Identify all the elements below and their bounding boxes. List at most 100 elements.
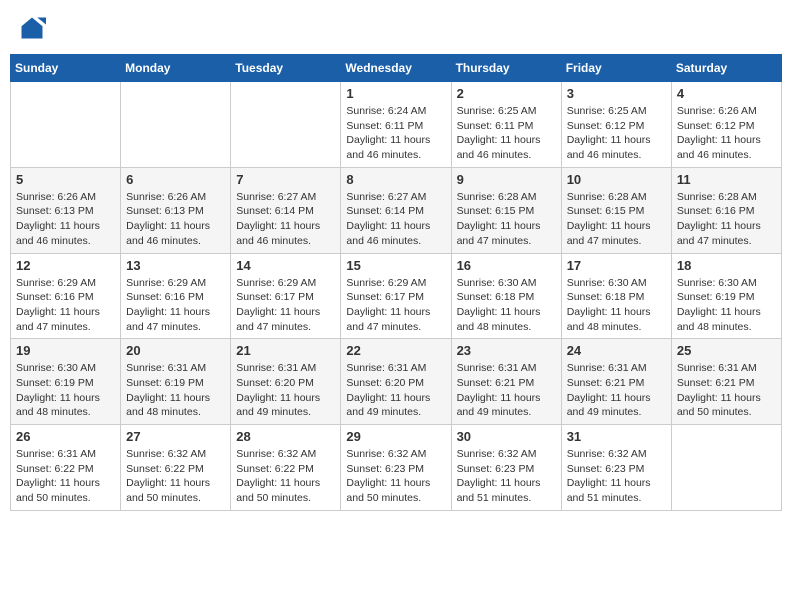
calendar-cell: 27 Sunrise: 6:32 AMSunset: 6:22 PMDayligh… (121, 425, 231, 511)
weekday-header-wednesday: Wednesday (341, 55, 451, 82)
day-number: 11 (677, 172, 776, 187)
weekday-header-thursday: Thursday (451, 55, 561, 82)
calendar-cell: 7 Sunrise: 6:27 AMSunset: 6:14 PMDaylight… (231, 167, 341, 253)
day-number: 21 (236, 343, 335, 358)
day-number: 4 (677, 86, 776, 101)
calendar-cell: 14Sunrise: 6:29 AMSunset: 6:17 PMDayligh… (231, 253, 341, 339)
calendar-cell: 2Sunrise: 6:25 AMSunset: 6:11 PMDaylight… (451, 82, 561, 168)
day-number: 1 (346, 86, 445, 101)
day-number: 26 (16, 429, 115, 444)
day-info: Sunrise: 6:31 AMSunset: 6:22 PMDaylight:… (16, 447, 115, 506)
calendar-cell (671, 425, 781, 511)
calendar-week-5: 26 Sunrise: 6:31 AMSunset: 6:22 PMDayligh… (11, 425, 782, 511)
day-number: 9 (457, 172, 556, 187)
day-info: Sunrise: 6:25 AMSunset: 6:11 PMDaylight:… (457, 104, 556, 163)
logo-icon (18, 14, 46, 42)
calendar-cell: 5 Sunrise: 6:26 AMSunset: 6:13 PMDaylight… (11, 167, 121, 253)
calendar-cell (121, 82, 231, 168)
day-info: Sunrise: 6:32 AMSunset: 6:23 PMDaylight:… (567, 447, 666, 506)
calendar-cell (231, 82, 341, 168)
calendar-cell: 24 Sunrise: 6:31 AMSunset: 6:21 PMDayligh… (561, 339, 671, 425)
calendar-cell (11, 82, 121, 168)
day-number: 7 (236, 172, 335, 187)
day-info: Sunrise: 6:32 AMSunset: 6:22 PMDaylight:… (126, 447, 225, 506)
day-number: 29 (346, 429, 445, 444)
calendar-week-3: 12 Sunrise: 6:29 AMSunset: 6:16 PMDayligh… (11, 253, 782, 339)
calendar-cell: 26 Sunrise: 6:31 AMSunset: 6:22 PMDayligh… (11, 425, 121, 511)
day-number: 5 (16, 172, 115, 187)
calendar-cell: 23 Sunrise: 6:31 AMSunset: 6:21 PMDayligh… (451, 339, 561, 425)
day-info: Sunrise: 6:31 AMSunset: 6:21 PMDaylight:… (677, 361, 776, 420)
calendar-cell: 30 Sunrise: 6:32 AMSunset: 6:23 PMDayligh… (451, 425, 561, 511)
calendar-cell: 31Sunrise: 6:32 AMSunset: 6:23 PMDayligh… (561, 425, 671, 511)
calendar-cell: 20 Sunrise: 6:31 AMSunset: 6:19 PMDayligh… (121, 339, 231, 425)
day-info: Sunrise: 6:28 AMSunset: 6:15 PMDaylight:… (457, 190, 556, 249)
day-info: Sunrise: 6:29 AMSunset: 6:17 PMDaylight:… (236, 276, 335, 335)
day-number: 6 (126, 172, 225, 187)
calendar-cell: 21 Sunrise: 6:31 AMSunset: 6:20 PMDayligh… (231, 339, 341, 425)
calendar-cell: 10 Sunrise: 6:28 AMSunset: 6:15 PMDayligh… (561, 167, 671, 253)
day-number: 10 (567, 172, 666, 187)
day-info: Sunrise: 6:32 AMSunset: 6:23 PMDaylight:… (457, 447, 556, 506)
day-info: Sunrise: 6:30 AMSunset: 6:18 PMDaylight:… (457, 276, 556, 335)
calendar-cell: 4 Sunrise: 6:26 AMSunset: 6:12 PMDaylight… (671, 82, 781, 168)
day-info: Sunrise: 6:27 AMSunset: 6:14 PMDaylight:… (236, 190, 335, 249)
day-number: 28 (236, 429, 335, 444)
page-header (10, 10, 782, 46)
calendar-cell: 6 Sunrise: 6:26 AMSunset: 6:13 PMDaylight… (121, 167, 231, 253)
day-number: 8 (346, 172, 445, 187)
day-info: Sunrise: 6:31 AMSunset: 6:21 PMDaylight:… (457, 361, 556, 420)
calendar-week-1: 1 Sunrise: 6:24 AMSunset: 6:11 PMDaylight… (11, 82, 782, 168)
calendar-cell: 15 Sunrise: 6:29 AMSunset: 6:17 PMDayligh… (341, 253, 451, 339)
day-number: 20 (126, 343, 225, 358)
weekday-header-saturday: Saturday (671, 55, 781, 82)
day-info: Sunrise: 6:30 AMSunset: 6:18 PMDaylight:… (567, 276, 666, 335)
calendar-cell: 22 Sunrise: 6:31 AMSunset: 6:20 PMDayligh… (341, 339, 451, 425)
calendar-cell: 19Sunrise: 6:30 AMSunset: 6:19 PMDayligh… (11, 339, 121, 425)
day-info: Sunrise: 6:31 AMSunset: 6:19 PMDaylight:… (126, 361, 225, 420)
day-info: Sunrise: 6:29 AMSunset: 6:16 PMDaylight:… (126, 276, 225, 335)
day-number: 13 (126, 258, 225, 273)
calendar-cell: 3Sunrise: 6:25 AMSunset: 6:12 PMDaylight… (561, 82, 671, 168)
day-number: 23 (457, 343, 556, 358)
day-info: Sunrise: 6:24 AMSunset: 6:11 PMDaylight:… (346, 104, 445, 163)
calendar-cell: 13 Sunrise: 6:29 AMSunset: 6:16 PMDayligh… (121, 253, 231, 339)
day-number: 17 (567, 258, 666, 273)
calendar-cell: 1 Sunrise: 6:24 AMSunset: 6:11 PMDaylight… (341, 82, 451, 168)
day-info: Sunrise: 6:28 AMSunset: 6:16 PMDaylight:… (677, 190, 776, 249)
calendar-week-4: 19Sunrise: 6:30 AMSunset: 6:19 PMDayligh… (11, 339, 782, 425)
day-info: Sunrise: 6:27 AMSunset: 6:14 PMDaylight:… (346, 190, 445, 249)
calendar-week-2: 5 Sunrise: 6:26 AMSunset: 6:13 PMDaylight… (11, 167, 782, 253)
calendar-cell: 18 Sunrise: 6:30 AMSunset: 6:19 PMDayligh… (671, 253, 781, 339)
day-number: 30 (457, 429, 556, 444)
weekday-header-sunday: Sunday (11, 55, 121, 82)
calendar-cell: 11 Sunrise: 6:28 AMSunset: 6:16 PMDayligh… (671, 167, 781, 253)
day-info: Sunrise: 6:31 AMSunset: 6:20 PMDaylight:… (346, 361, 445, 420)
day-number: 27 (126, 429, 225, 444)
logo (18, 14, 50, 42)
calendar-cell: 8 Sunrise: 6:27 AMSunset: 6:14 PMDaylight… (341, 167, 451, 253)
day-number: 15 (346, 258, 445, 273)
day-info: Sunrise: 6:28 AMSunset: 6:15 PMDaylight:… (567, 190, 666, 249)
calendar-cell: 12Sunrise: 6:29 AMSunset: 6:16 PMDayligh… (11, 253, 121, 339)
day-info: Sunrise: 6:26 AMSunset: 6:13 PMDaylight:… (126, 190, 225, 249)
day-info: Sunrise: 6:29 AMSunset: 6:17 PMDaylight:… (346, 276, 445, 335)
day-number: 16 (457, 258, 556, 273)
calendar-cell: 29 Sunrise: 6:32 AMSunset: 6:23 PMDayligh… (341, 425, 451, 511)
day-number: 24 (567, 343, 666, 358)
calendar-cell: 16 Sunrise: 6:30 AMSunset: 6:18 PMDayligh… (451, 253, 561, 339)
day-info: Sunrise: 6:31 AMSunset: 6:20 PMDaylight:… (236, 361, 335, 420)
weekday-header-friday: Friday (561, 55, 671, 82)
day-info: Sunrise: 6:32 AMSunset: 6:23 PMDaylight:… (346, 447, 445, 506)
day-info: Sunrise: 6:26 AMSunset: 6:12 PMDaylight:… (677, 104, 776, 163)
calendar-cell: 9 Sunrise: 6:28 AMSunset: 6:15 PMDaylight… (451, 167, 561, 253)
day-number: 12 (16, 258, 115, 273)
day-info: Sunrise: 6:30 AMSunset: 6:19 PMDaylight:… (16, 361, 115, 420)
day-info: Sunrise: 6:31 AMSunset: 6:21 PMDaylight:… (567, 361, 666, 420)
day-number: 18 (677, 258, 776, 273)
day-info: Sunrise: 6:26 AMSunset: 6:13 PMDaylight:… (16, 190, 115, 249)
calendar-cell: 17 Sunrise: 6:30 AMSunset: 6:18 PMDayligh… (561, 253, 671, 339)
day-info: Sunrise: 6:30 AMSunset: 6:19 PMDaylight:… (677, 276, 776, 335)
day-number: 22 (346, 343, 445, 358)
calendar-table: SundayMondayTuesdayWednesdayThursdayFrid… (10, 54, 782, 511)
